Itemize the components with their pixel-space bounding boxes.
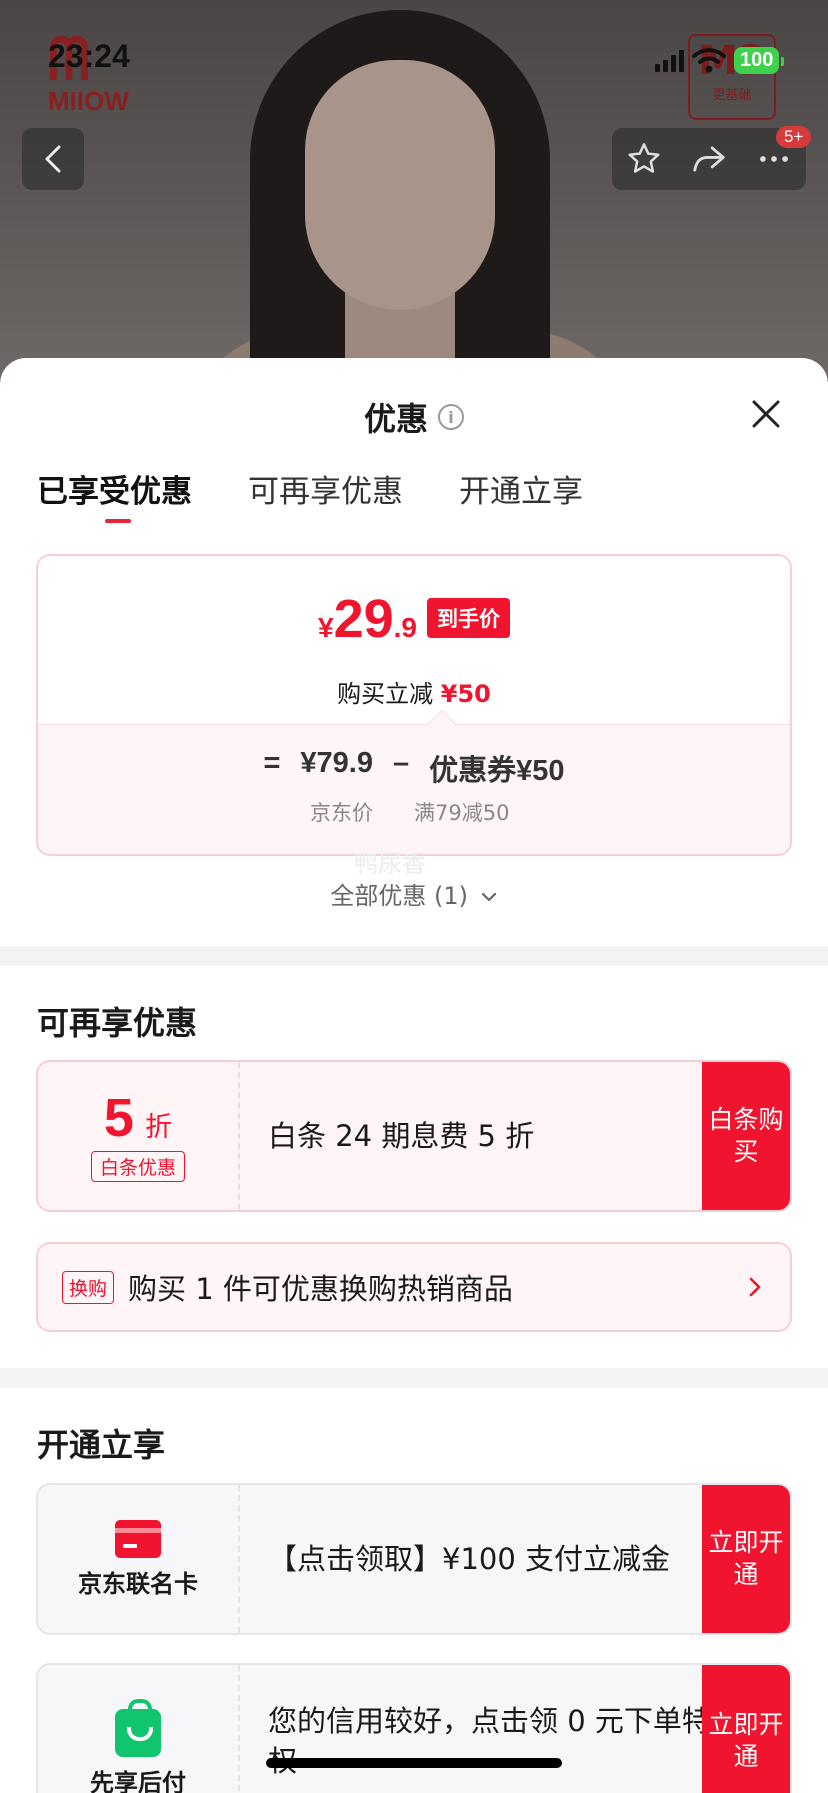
jd-price: ¥79.9: [300, 747, 373, 779]
offer-left-label: 先享后付: [90, 1768, 186, 1793]
home-indicator: [266, 1758, 562, 1768]
brand-logo-text: MIIOW: [48, 86, 129, 116]
section-divider: [0, 1368, 828, 1388]
back-button[interactable]: [22, 128, 84, 190]
baitiao-offer-text: 白条 24 期息费 5 折: [268, 1119, 535, 1153]
corner-badge-small: 更基础: [712, 88, 752, 103]
cellular-signal-icon: [655, 48, 684, 72]
message-count-badge: 5+: [776, 126, 812, 148]
baitiao-buy-button[interactable]: 白条购买: [702, 1062, 790, 1210]
exchange-offer-row[interactable]: 换购 购买 1 件可优惠换购热销商品: [36, 1242, 792, 1332]
coupon-amount: 优惠券¥50: [429, 755, 565, 787]
shopping-bag-icon: [115, 1698, 161, 1757]
offer-text: 【点击领取】¥100 支付立减金: [268, 1542, 671, 1576]
offer-text: 您的信用较好，点击领 0 元下单特权: [268, 1704, 711, 1778]
open-offers-title: 开通立享: [37, 1426, 166, 1464]
credit-card-icon: [115, 1519, 161, 1558]
offer-left-label: 京东联名卡: [78, 1569, 198, 1598]
more-offers-title: 可再享优惠: [37, 1004, 198, 1042]
pay-later-offer: 先享后付 您的信用较好，点击领 0 元下单特权 立即开通: [36, 1663, 792, 1793]
reduce-text: 购买立减 ¥50: [337, 680, 491, 708]
wifi-icon: [692, 48, 726, 73]
discount-number: 5: [103, 1087, 134, 1148]
battery-indicator: 100: [734, 46, 785, 74]
price-formula: = ¥79.9 – 优惠券¥50 京东价 满79减50: [38, 724, 790, 854]
final-price-row: ¥ 29 .9 到手价: [38, 592, 790, 646]
open-now-button[interactable]: 立即开通: [702, 1485, 790, 1633]
final-price-card: ¥ 29 .9 到手价 购买立减 ¥50 = ¥79.9 – 优惠券¥50 京东…: [36, 554, 792, 856]
sheet-header: 优惠 i: [0, 392, 828, 442]
jd-cobrand-card-offer: 京东联名卡 【点击领取】¥100 支付立减金 立即开通: [36, 1483, 792, 1635]
model-face: [305, 60, 495, 310]
coupon-label: 满79减50: [414, 801, 510, 825]
baitiao-tag: 白条优惠: [90, 1150, 185, 1182]
final-price: ¥ 29 .9: [317, 589, 417, 649]
all-offers-toggle[interactable]: 全部优惠 (1): [0, 876, 828, 911]
baitiao-offer-card: 5 折 白条优惠 白条 24 期息费 5 折 白条购买: [36, 1060, 792, 1212]
watermark: 鸭尿香: [354, 850, 426, 878]
info-icon[interactable]: i: [438, 404, 464, 430]
offer-tabs: 已享受优惠 可再享优惠 开通立享: [37, 466, 583, 523]
share-icon[interactable]: [690, 140, 728, 178]
tab-open[interactable]: 开通立享: [459, 466, 583, 523]
tab-more[interactable]: 可再享优惠: [248, 466, 403, 523]
chevron-right-icon: [749, 1277, 761, 1297]
exchange-text: 购买 1 件可优惠换购热销商品: [128, 1272, 513, 1306]
jd-price-label: 京东价: [310, 801, 373, 825]
final-price-tag: 到手价: [427, 598, 510, 638]
status-time: 23:24: [48, 38, 130, 74]
open-now-button[interactable]: 立即开通: [702, 1665, 790, 1793]
exchange-tag: 换购: [62, 1270, 115, 1304]
status-icons: 100: [655, 44, 785, 76]
section-divider: [0, 946, 828, 966]
close-icon[interactable]: [748, 396, 784, 432]
discount-unit: 折: [145, 1111, 173, 1143]
chevron-down-icon: [481, 892, 496, 902]
offers-sheet: 优惠 i 已享受优惠 可再享优惠 开通立享 ¥ 29 .9 到手价 购买立减 ¥…: [0, 358, 828, 1793]
star-icon[interactable]: [625, 140, 663, 178]
tab-enjoyed[interactable]: 已享受优惠: [37, 466, 192, 523]
sheet-title: 优惠: [363, 400, 428, 438]
chevron-left-icon: [45, 145, 61, 173]
